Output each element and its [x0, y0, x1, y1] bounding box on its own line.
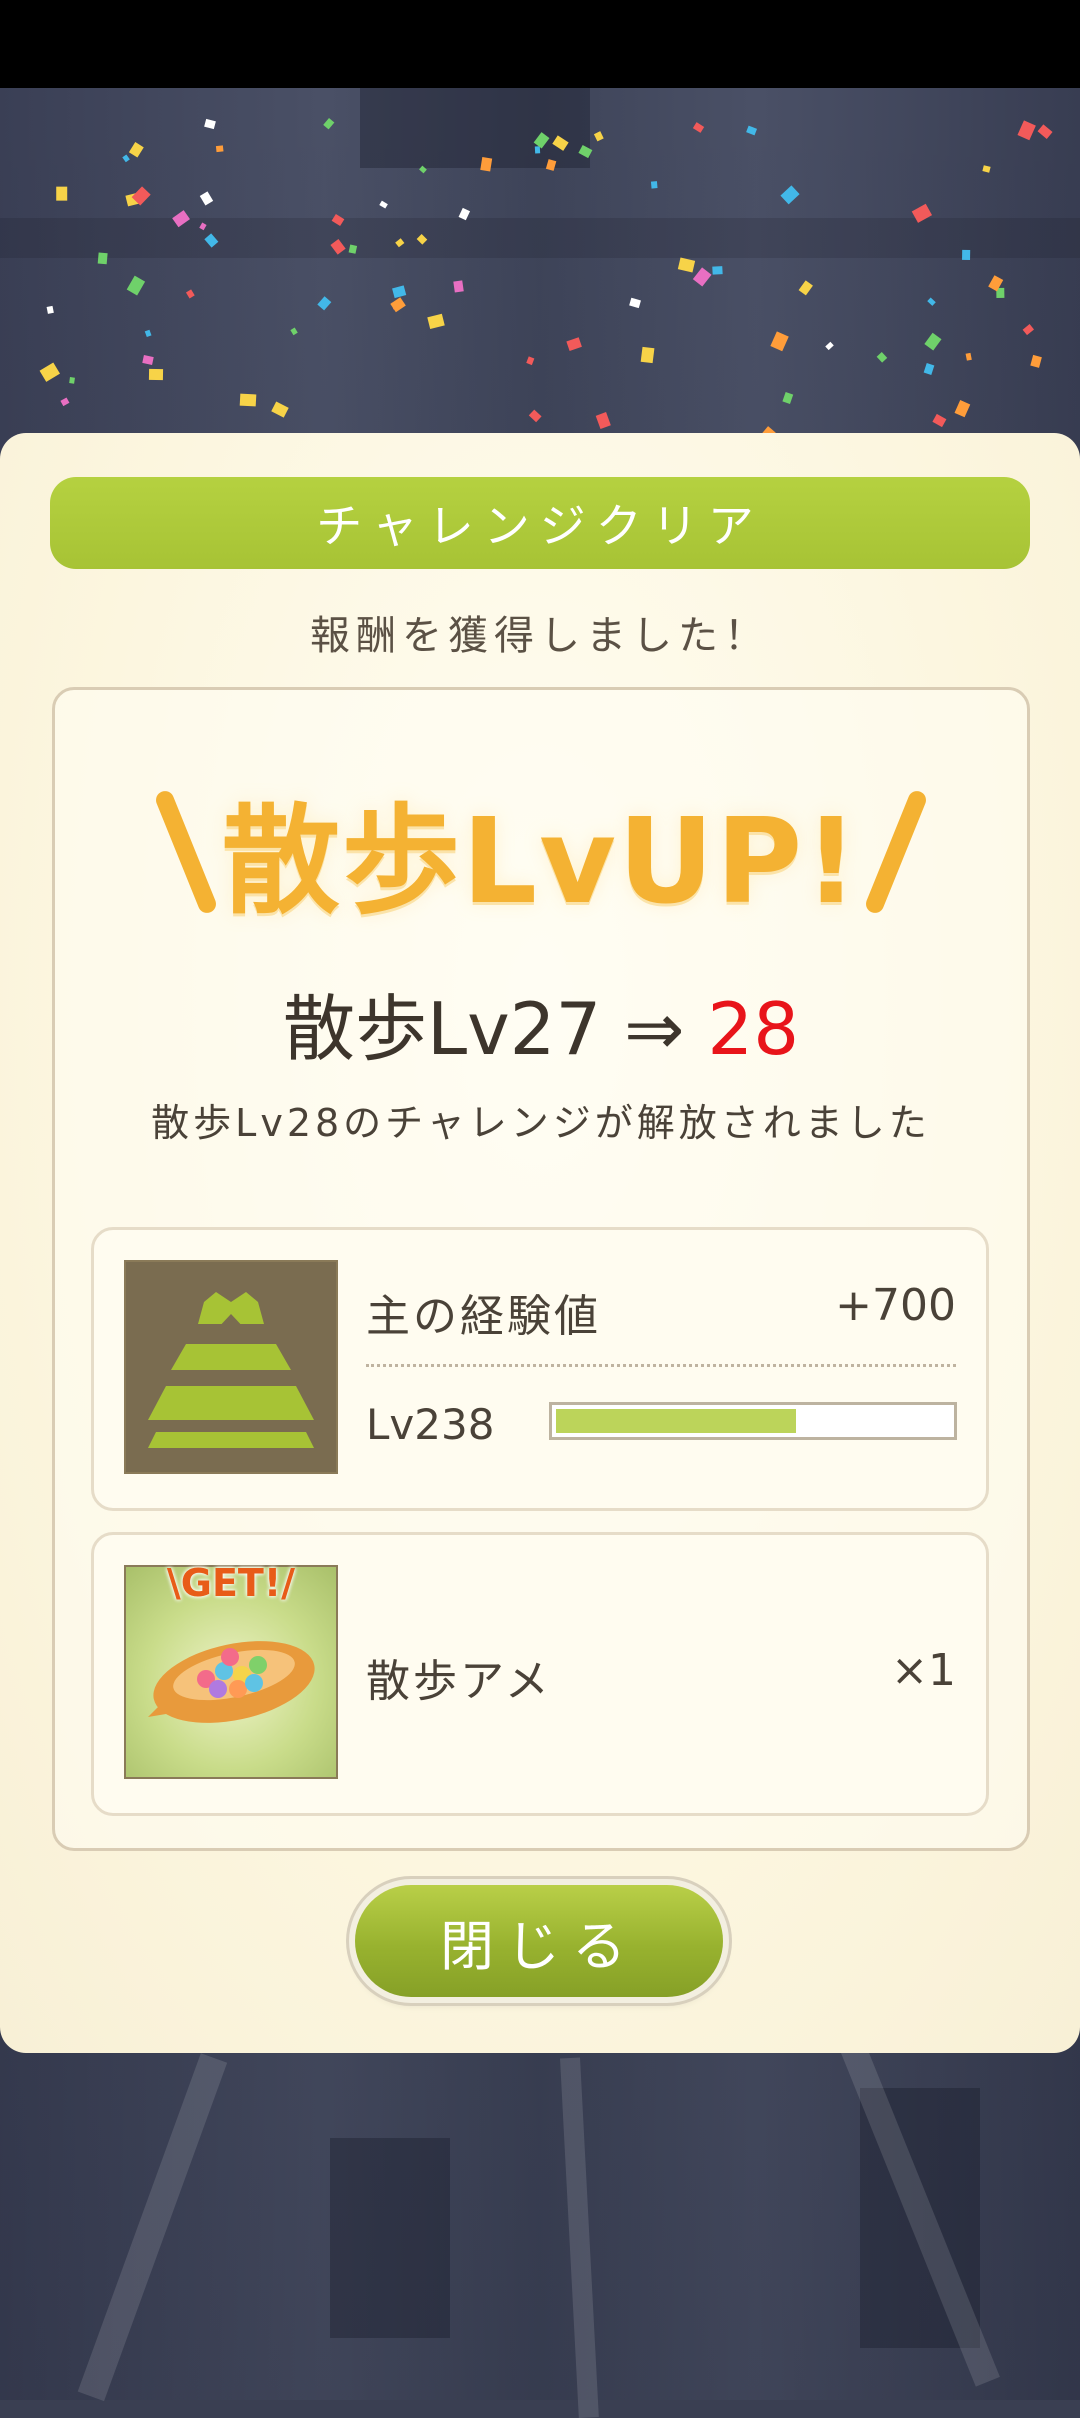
candy-icon: \GET!/: [124, 1561, 338, 1779]
status-bar: [0, 0, 1080, 88]
confetti-piece: [651, 181, 658, 189]
confetti-piece: [148, 368, 163, 380]
reward-item-exp: 主の経験値 +700 Lv238: [91, 1227, 989, 1511]
divider: [366, 1364, 956, 1367]
reward-subtitle: 報酬を獲得しました！: [310, 613, 770, 659]
exp-progress-fill: [556, 1409, 797, 1433]
close-button[interactable]: 閉じる: [355, 1885, 723, 1997]
dialog-header: チャレンジクリア: [50, 477, 1030, 569]
challenge-clear-dialog: チャレンジクリア 報酬を獲得しました！ 散歩LvUP! 散歩Lv27 ⇒ 28 …: [0, 433, 1080, 2053]
reward-name: 散歩アメ: [366, 1656, 552, 1707]
exp-progress-bar: [549, 1402, 957, 1440]
player-level: Lv238: [366, 1400, 495, 1449]
confetti-piece: [142, 354, 154, 365]
confetti-piece: [215, 145, 224, 153]
confetti-piece: [452, 280, 464, 294]
confetti-piece: [641, 346, 655, 363]
new-level: 28: [707, 987, 800, 1071]
unlock-message: 散歩Lv28のチャレンジが解放されました: [151, 1101, 931, 1145]
confetti-piece: [239, 393, 257, 408]
get-badge: \GET!/: [166, 1561, 296, 1605]
level-up-title: 散歩LvUP!: [221, 792, 861, 930]
reward-amount: ×1: [891, 1645, 956, 1696]
confetti-piece: [55, 186, 67, 200]
reward-amount: +700: [835, 1280, 956, 1331]
castle-icon: [124, 1260, 338, 1474]
level-change-prefix: 散歩Lv27 ⇒: [282, 987, 708, 1071]
confetti-piece: [964, 352, 972, 361]
level-change: 散歩Lv27 ⇒ 28: [55, 970, 1027, 1075]
reward-item-candy: \GET!/ 散歩アメ ×1: [91, 1532, 989, 1816]
confetti-piece: [711, 265, 723, 275]
confetti-piece: [69, 377, 75, 385]
reward-card: 散歩LvUP! 散歩Lv27 ⇒ 28 散歩Lv28のチャレンジが解放されました…: [52, 687, 1030, 1851]
confetti-piece: [961, 249, 970, 260]
reward-name: 主の経験値: [366, 1291, 601, 1342]
confetti-piece: [47, 305, 54, 314]
confetti-piece: [97, 252, 108, 265]
